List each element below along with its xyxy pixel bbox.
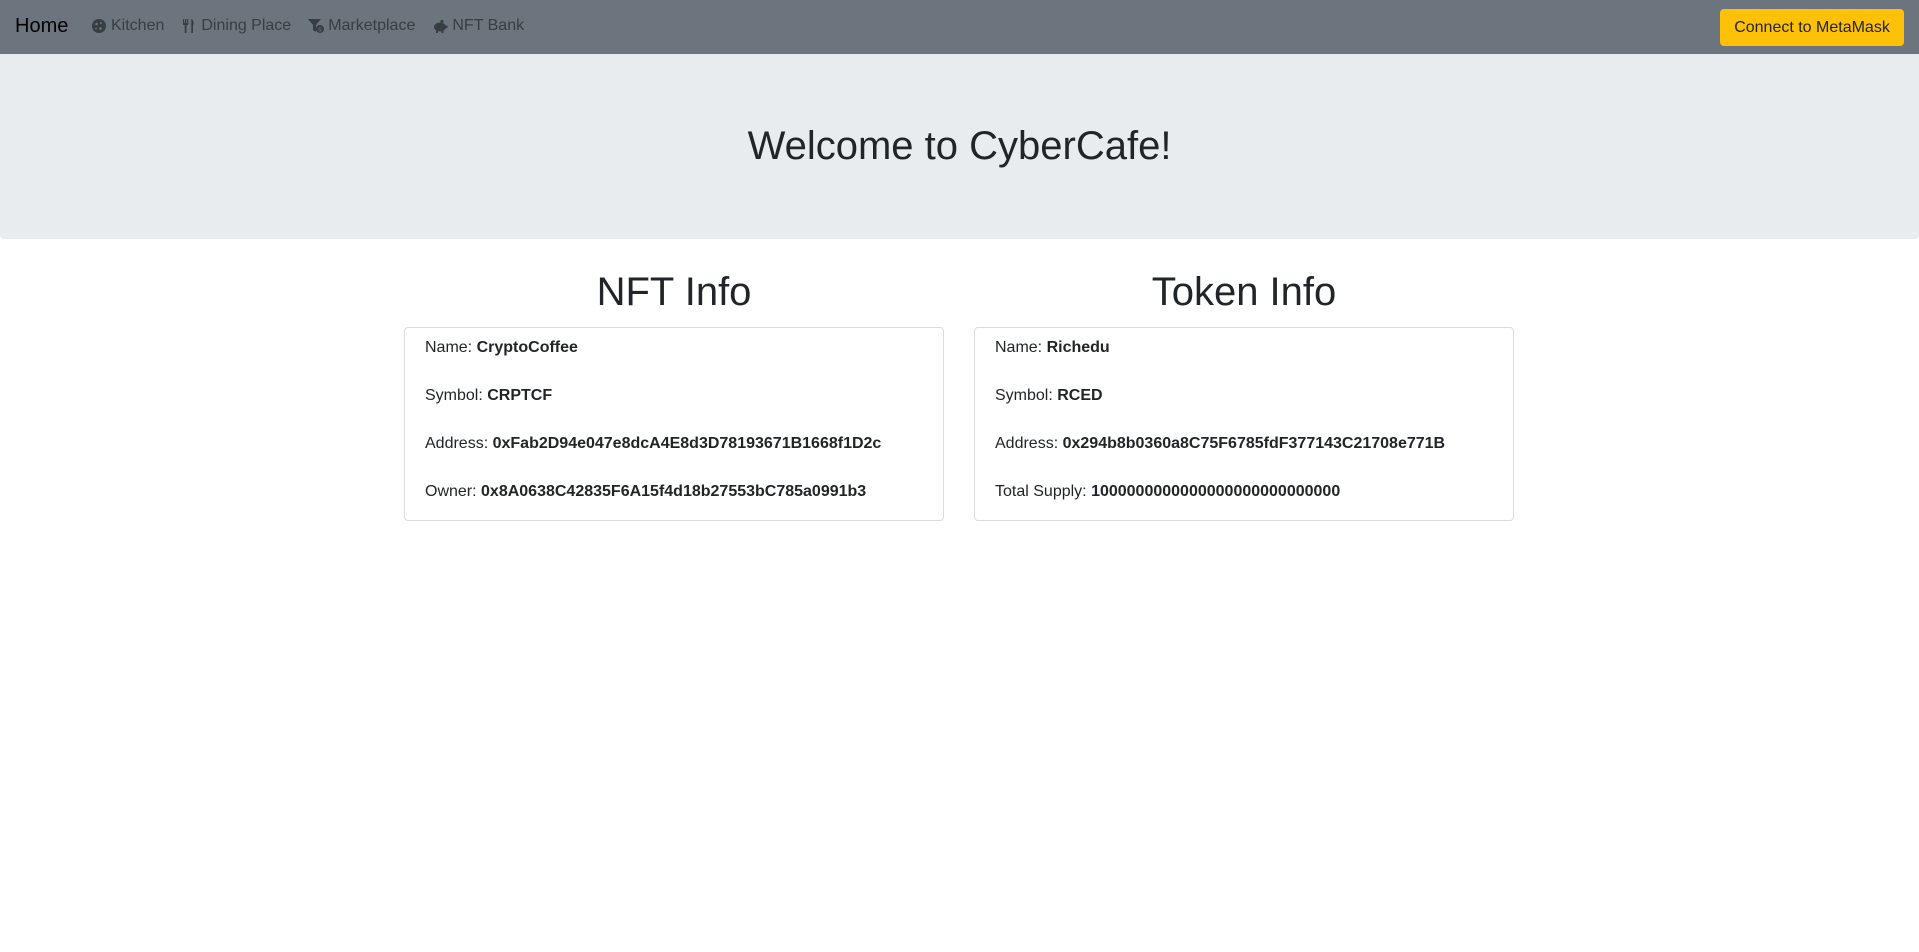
row-label: Address: xyxy=(995,435,1059,452)
nft-address-value: 0xFab2D94e047e8dcA4E8d3D78193671B1668f1D… xyxy=(492,435,882,452)
nft-address-row: Address: 0xFab2D94e047e8dcA4E8d3D7819367… xyxy=(425,434,923,482)
nav-link-label: Dining Place xyxy=(201,17,292,34)
nft-symbol-row: Symbol: CRPTCF xyxy=(425,386,923,434)
navbar: Home Kitchen Dining Place $ Marketplace … xyxy=(0,0,1919,54)
nft-info-panel: NFT Info Name: CryptoCoffee Symbol: CRPT… xyxy=(404,268,944,521)
nav-link-dining-place[interactable]: Dining Place xyxy=(181,16,291,36)
nft-owner-value: 0x8A0638C42835F6A15f4d18b27553bC785a0991… xyxy=(481,483,867,500)
cookie-icon xyxy=(91,18,107,34)
token-info-heading: Token Info xyxy=(1151,270,1337,314)
utensils-icon xyxy=(181,18,197,34)
row-label: Owner: xyxy=(425,483,477,500)
row-label: Name: xyxy=(995,339,1043,356)
row-label: Total Supply: xyxy=(995,483,1087,500)
row-label: Symbol: xyxy=(995,387,1053,404)
nav-link-label: NFT Bank xyxy=(452,17,525,34)
nft-info-heading: NFT Info xyxy=(596,270,752,314)
connect-metamask-button[interactable]: Connect to MetaMask xyxy=(1720,9,1904,46)
token-info-panel: Token Info Name: Richedu Symbol: RCED Ad… xyxy=(974,268,1514,521)
row-label: Address: xyxy=(425,435,489,452)
nft-name-value: CryptoCoffee xyxy=(476,339,578,356)
nav-link-nft-bank[interactable]: NFT Bank xyxy=(432,16,524,36)
token-name-row: Name: Richedu xyxy=(995,338,1493,386)
row-label: Symbol: xyxy=(425,387,483,404)
token-symbol-value: RCED xyxy=(1057,387,1103,404)
svg-text:$: $ xyxy=(318,27,322,34)
token-name-value: Richedu xyxy=(1046,339,1110,356)
nav-link-label: Marketplace xyxy=(328,17,416,34)
token-total-supply-value: 1000000000000000000000000000 xyxy=(1091,483,1341,500)
token-total-supply-row: Total Supply: 10000000000000000000000000… xyxy=(995,482,1493,530)
piggy-bank-icon xyxy=(432,18,448,34)
nft-name-row: Name: CryptoCoffee xyxy=(425,338,923,386)
token-info-list: Name: Richedu Symbol: RCED Address: 0x29… xyxy=(974,327,1514,521)
token-symbol-row: Symbol: RCED xyxy=(995,386,1493,434)
nft-owner-row: Owner: 0x8A0638C42835F6A15f4d18b27553bC7… xyxy=(425,482,923,530)
hero-banner: Welcome to CyberCafe! xyxy=(0,54,1919,239)
nav-link-kitchen[interactable]: Kitchen xyxy=(91,16,164,36)
nav-links: Kitchen Dining Place $ Marketplace NFT B… xyxy=(91,16,541,36)
token-address-row: Address: 0x294b8b0360a8C75F6785fdF377143… xyxy=(995,434,1493,482)
token-address-value: 0x294b8b0360a8C75F6785fdF377143C21708e77… xyxy=(1062,435,1446,452)
row-label: Name: xyxy=(425,339,473,356)
page-title: Welcome to CyberCafe! xyxy=(747,124,1172,168)
nft-symbol-value: CRPTCF xyxy=(487,387,553,404)
funnel-dollar-icon: $ xyxy=(308,18,325,34)
home-link[interactable]: Home xyxy=(15,14,68,38)
nft-info-list: Name: CryptoCoffee Symbol: CRPTCF Addres… xyxy=(404,327,944,521)
nav-link-label: Kitchen xyxy=(111,17,165,34)
nav-link-marketplace[interactable]: $ Marketplace xyxy=(308,16,415,36)
